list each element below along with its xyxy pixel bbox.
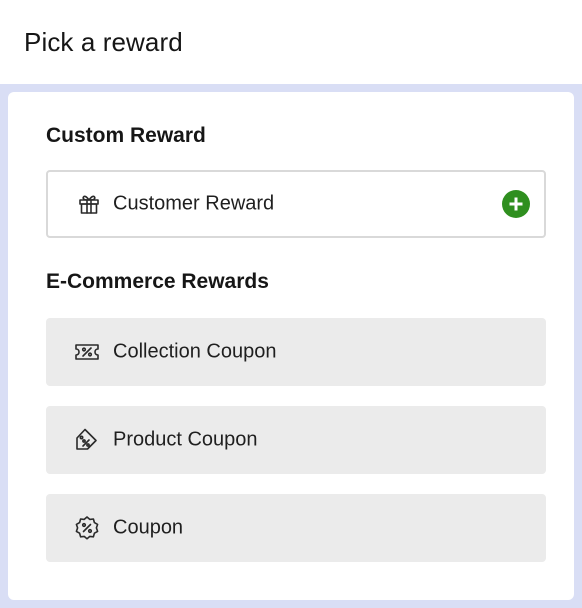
customer-reward-label: Customer Reward bbox=[113, 192, 275, 215]
header: Pick a reward bbox=[0, 0, 582, 84]
custom-reward-heading: Custom Reward bbox=[46, 124, 206, 147]
customer-reward-option[interactable]: Customer Reward bbox=[46, 170, 546, 238]
ecommerce-rewards-heading: E-Commerce Rewards bbox=[46, 270, 269, 293]
coupon-option[interactable]: Coupon bbox=[46, 494, 546, 562]
add-circle-icon[interactable] bbox=[502, 190, 530, 218]
collection-coupon-option[interactable]: Collection Coupon bbox=[46, 318, 546, 386]
collection-coupon-label: Collection Coupon bbox=[113, 340, 277, 363]
ticket-percent-icon bbox=[74, 339, 100, 365]
page-title: Pick a reward bbox=[24, 27, 183, 57]
product-coupon-label: Product Coupon bbox=[113, 428, 258, 451]
coupon-label: Coupon bbox=[113, 516, 184, 539]
tag-percent-icon bbox=[74, 427, 100, 453]
product-coupon-option[interactable]: Product Coupon bbox=[46, 406, 546, 474]
badge-percent-icon bbox=[74, 515, 100, 541]
gift-icon bbox=[76, 191, 102, 217]
